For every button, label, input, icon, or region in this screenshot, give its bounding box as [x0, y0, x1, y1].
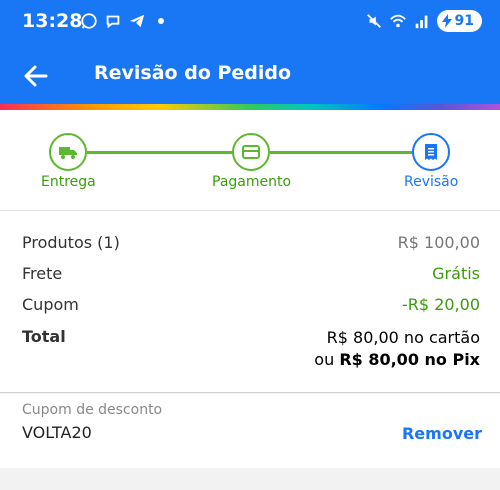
total-value: R$ 80,00 no cartão ou R$ 80,00 no Pix — [314, 327, 480, 371]
step-label-pagamento: Pagamento — [212, 174, 292, 190]
step-label-revisao: Revisão — [404, 174, 459, 190]
order-summary: Produtos (1) R$ 100,00 Frete Grátis Cupo… — [0, 210, 500, 393]
signal-icon — [415, 15, 427, 29]
checkout-stepper: Entrega Pagamento Revisão — [0, 110, 500, 210]
whatsapp-icon — [81, 13, 97, 29]
step-connector — [270, 151, 413, 154]
frete-label: Frete — [22, 264, 63, 283]
wifi-icon — [389, 14, 406, 28]
step-connector — [87, 151, 233, 154]
card-icon — [242, 145, 260, 159]
chat-bubble-icon — [106, 15, 120, 29]
total-card-price: R$ 80,00 no cartão — [326, 328, 480, 347]
app-bar: Revisão do Pedido — [0, 44, 500, 104]
truck-icon — [59, 147, 77, 159]
receipt-icon — [425, 144, 437, 160]
telegram-icon — [129, 14, 145, 28]
step-label-entrega: Entrega — [41, 174, 96, 190]
charging-icon — [441, 14, 452, 28]
notification-dot — [158, 18, 164, 24]
produtos-value: R$ 100,00 — [397, 233, 480, 252]
back-arrow-icon[interactable] — [22, 62, 50, 90]
coupon-section: Cupom de desconto VOLTA20 Remover — [0, 394, 500, 468]
frete-value: Grátis — [432, 264, 480, 283]
produtos-label: Produtos (1) — [22, 233, 120, 252]
step-pagamento[interactable] — [232, 133, 270, 171]
total-pix-prefix: ou — [314, 350, 340, 369]
total-label: Total — [22, 327, 66, 346]
status-time: 13:28 — [22, 10, 83, 32]
remove-coupon-button[interactable]: Remover — [402, 424, 482, 443]
total-pix-price: R$ 80,00 no Pix — [339, 350, 480, 369]
status-bar: 13:28 91 — [0, 0, 500, 44]
coupon-code: VOLTA20 — [22, 423, 92, 442]
cupom-value: -R$ 20,00 — [402, 295, 480, 314]
battery-level: 91 — [454, 13, 474, 29]
coupon-label: Cupom de desconto — [22, 402, 163, 418]
mute-icon — [366, 14, 381, 28]
battery-indicator: 91 — [436, 10, 482, 32]
step-entrega[interactable] — [49, 133, 87, 171]
step-revisao[interactable] — [412, 133, 450, 171]
cupom-label: Cupom — [22, 295, 79, 314]
page-title: Revisão do Pedido — [94, 62, 292, 84]
